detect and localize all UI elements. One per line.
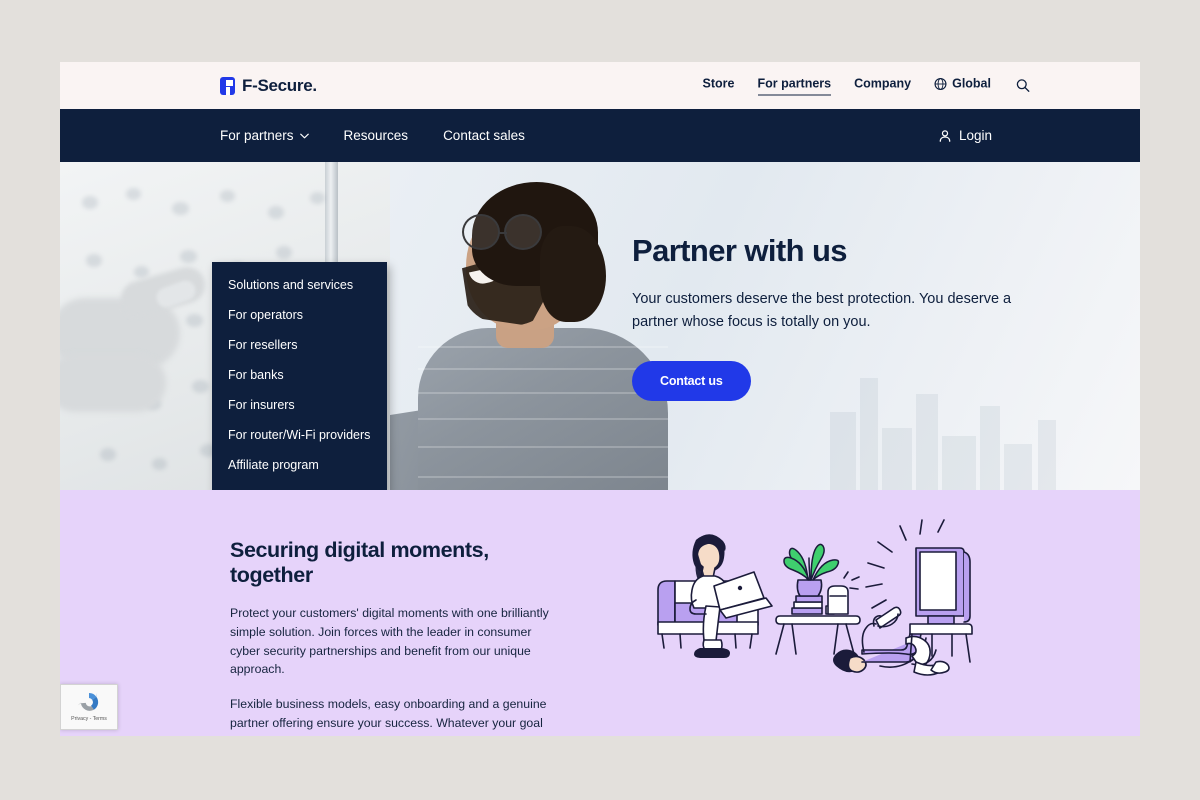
utility-nav: Store For partners Company Global <box>703 76 1030 95</box>
language-label: Global <box>952 76 991 91</box>
main-nav-links: For partners Resources Contact sales <box>220 128 525 143</box>
globe-icon <box>934 77 947 90</box>
dropdown-item-for-resellers[interactable]: For resellers <box>212 330 387 360</box>
section-paragraph-1: Protect your customers' digital moments … <box>230 606 549 677</box>
section-copy: Securing digital moments, together Prote… <box>230 538 550 736</box>
hero-subtitle: Your customers deserve the best protecti… <box>632 291 1012 330</box>
dropdown-item-affiliate-program[interactable]: Affiliate program <box>212 450 387 480</box>
section-paragraph-2: Flexible business models, easy onboardin… <box>230 697 547 736</box>
utility-link-company[interactable]: Company <box>854 77 911 95</box>
nav-item-for-partners-label: For partners <box>220 128 294 143</box>
home-devices-illustration <box>657 519 973 676</box>
hero-title: Partner with us <box>632 233 848 268</box>
main-nav-right: Login <box>938 128 992 143</box>
nav-item-for-partners[interactable]: For partners <box>220 128 309 143</box>
securing-digital-moments-section: Securing digital moments, together Prote… <box>60 490 1140 736</box>
recaptcha-icon <box>77 692 99 711</box>
utility-link-store[interactable]: Store <box>703 77 735 95</box>
chevron-down-icon <box>299 133 309 138</box>
nav-item-contact-sales[interactable]: Contact sales <box>443 128 525 143</box>
search-icon[interactable] <box>1016 79 1030 93</box>
dropdown-item-for-insurers[interactable]: For insurers <box>212 390 387 420</box>
for-partners-dropdown-menu: Solutions and services For operators For… <box>212 262 387 490</box>
recaptcha-label: Privacy - Terms <box>71 716 107 722</box>
hero-section: Partner with us Your customers deserve t… <box>60 162 1140 490</box>
recaptcha-badge[interactable]: Privacy - Terms <box>60 684 118 730</box>
dropdown-item-for-operators[interactable]: For operators <box>212 300 387 330</box>
section-title: Securing digital moments, together <box>230 538 489 588</box>
user-icon <box>939 129 951 142</box>
brand-name: F-Secure. <box>242 75 317 95</box>
login-label: Login <box>958 128 992 143</box>
page-frame: F-Secure. Store For partners Company Glo… <box>60 62 1140 736</box>
contact-us-button[interactable]: Contact us <box>632 361 751 402</box>
dropdown-item-for-router-wifi-providers[interactable]: For router/Wi-Fi providers <box>212 420 387 450</box>
hero-copy: Partner with us Your customers deserve t… <box>632 233 1012 402</box>
utility-link-for-partners[interactable]: For partners <box>757 76 832 95</box>
login-button[interactable]: Login <box>938 128 992 143</box>
dropdown-item-solutions-and-services[interactable]: Solutions and services <box>212 270 387 300</box>
dropdown-item-for-banks[interactable]: For banks <box>212 360 387 390</box>
language-selector[interactable]: Global <box>934 77 991 95</box>
f-secure-logo-icon <box>220 76 235 95</box>
nav-item-resources[interactable]: Resources <box>344 128 409 143</box>
brand-logo[interactable]: F-Secure. <box>220 76 317 96</box>
utility-bar: F-Secure. Store For partners Company Glo… <box>60 62 1140 109</box>
main-navigation-bar: For partners Resources Contact sales Log… <box>60 109 1140 162</box>
